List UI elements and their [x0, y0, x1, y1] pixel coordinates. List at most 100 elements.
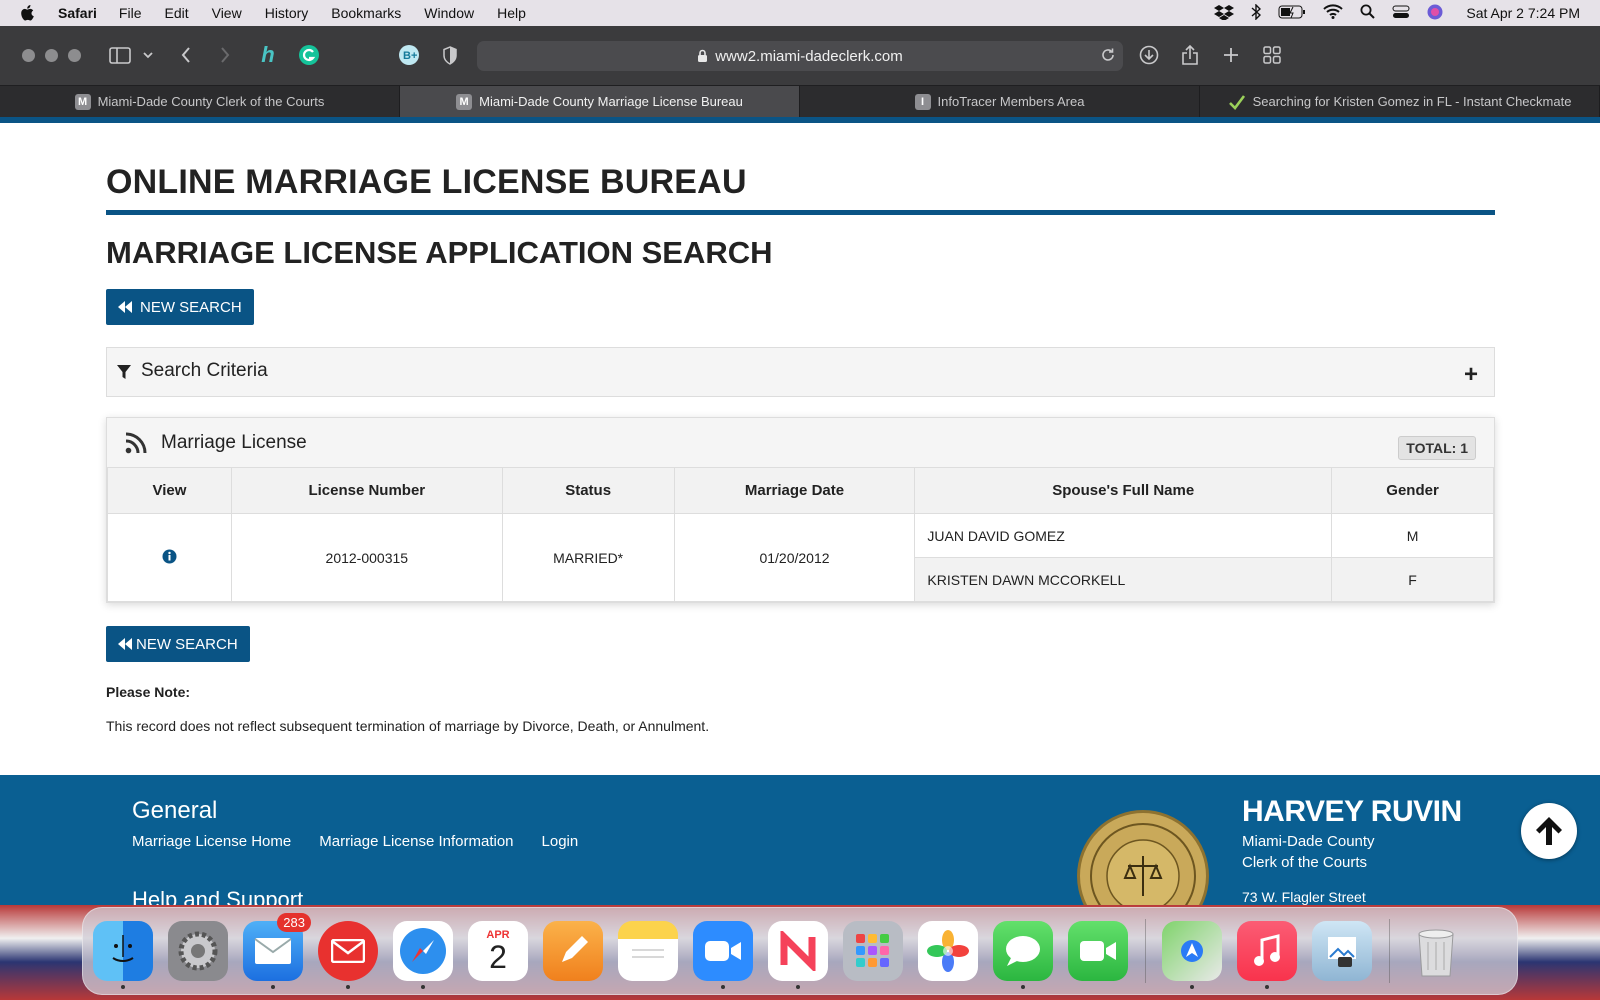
- tab-label: Miami-Dade County Clerk of the Courts: [97, 94, 325, 109]
- bluetooth-icon[interactable]: [1251, 2, 1262, 23]
- dropbox-icon[interactable]: [1214, 4, 1235, 23]
- system-preferences-icon[interactable]: [168, 921, 228, 981]
- col-marriage-date[interactable]: Marriage Date: [673, 467, 916, 514]
- grammarly-extension-icon[interactable]: [297, 43, 321, 67]
- status-cell: MARRIED*: [501, 513, 675, 602]
- search-criteria-panel[interactable]: Search Criteria +: [106, 347, 1495, 397]
- table-row: 2012-000315 MARRIED* 01/20/2012 JUAN DAV…: [107, 513, 1494, 602]
- checkmark-favicon-icon: [1228, 94, 1246, 110]
- tab-overview-icon[interactable]: [1260, 43, 1284, 67]
- forward-icon[interactable]: [217, 43, 233, 67]
- close-window-button[interactable]: [22, 49, 35, 62]
- control-center-icon[interactable]: [1392, 5, 1410, 22]
- clerk-seal-logo: [1077, 810, 1209, 905]
- menu-app-name[interactable]: Safari: [58, 5, 97, 21]
- messages-icon[interactable]: [993, 921, 1053, 989]
- trash-icon[interactable]: [1406, 921, 1466, 981]
- reload-icon[interactable]: [1100, 47, 1116, 67]
- new-search-button[interactable]: NEW SEARCH: [106, 289, 254, 325]
- footer-link-information[interactable]: Marriage License Information: [319, 833, 513, 850]
- sidebar-toggle-icon[interactable]: [108, 43, 132, 67]
- expand-plus-icon[interactable]: +: [1464, 361, 1478, 389]
- preview-icon[interactable]: [1312, 921, 1372, 981]
- finder-icon[interactable]: [93, 921, 153, 989]
- battery-icon[interactable]: [1278, 5, 1306, 22]
- note-label: Please Note:: [106, 684, 191, 700]
- calendar-icon[interactable]: APR 2: [468, 921, 528, 981]
- search-criteria-title: Search Criteria: [141, 360, 268, 381]
- footer-general-heading: General: [132, 797, 218, 824]
- photos-icon[interactable]: [918, 921, 978, 981]
- table-header-row: View License Number Status Marriage Date…: [107, 467, 1494, 514]
- tab-instant-checkmate[interactable]: Searching for Kristen Gomez in FL - Inst…: [1200, 86, 1600, 117]
- footer-help-heading: Help and Support: [132, 887, 304, 905]
- minimize-window-button[interactable]: [45, 49, 58, 62]
- zoom-icon[interactable]: [693, 921, 753, 989]
- new-search-label: NEW SEARCH: [136, 635, 238, 653]
- tab-favicon: M: [74, 93, 91, 110]
- gender-cell: M: [1331, 513, 1494, 558]
- maps-icon[interactable]: [1162, 921, 1222, 989]
- tab-marriage-license-bureau[interactable]: M Miami-Dade County Marriage License Bur…: [400, 86, 800, 117]
- zoom-window-button[interactable]: [68, 49, 81, 62]
- new-tab-icon[interactable]: [1219, 43, 1243, 67]
- back-to-top-button[interactable]: [1521, 803, 1577, 859]
- menu-view[interactable]: View: [212, 5, 242, 21]
- new-search-button-bottom[interactable]: NEW SEARCH: [106, 626, 250, 662]
- spotlight-search-icon[interactable]: [1360, 4, 1376, 22]
- running-indicator: [1190, 985, 1194, 989]
- license-number-cell: 2012-000315: [230, 513, 503, 602]
- marriage-date-cell: 01/20/2012: [673, 513, 916, 602]
- running-indicator: [421, 985, 425, 989]
- running-indicator: [1265, 985, 1269, 989]
- col-status[interactable]: Status: [501, 467, 675, 514]
- col-view[interactable]: View: [107, 467, 232, 514]
- window-controls: [22, 49, 81, 62]
- tab-clerk-of-courts[interactable]: M Miami-Dade County Clerk of the Courts: [0, 86, 400, 117]
- apple-icon[interactable]: [20, 4, 40, 22]
- airmail-icon[interactable]: [318, 921, 378, 989]
- info-icon[interactable]: [162, 549, 177, 564]
- dock-separator: [1145, 919, 1146, 983]
- footer-link-login[interactable]: Login: [542, 833, 579, 850]
- wifi-icon[interactable]: [1323, 4, 1344, 22]
- extension-b-icon[interactable]: B+: [397, 43, 421, 67]
- menu-window[interactable]: Window: [424, 5, 474, 21]
- download-icon[interactable]: [1137, 43, 1161, 67]
- web-page: ONLINE MARRIAGE LICENSE BUREAU MARRIAGE …: [0, 117, 1600, 905]
- address-bar[interactable]: www2.miami-dadeclerk.com: [477, 41, 1123, 71]
- tab-infotracer[interactable]: I InfoTracer Members Area: [800, 86, 1200, 117]
- notes-icon[interactable]: [618, 921, 678, 981]
- music-icon[interactable]: [1237, 921, 1297, 989]
- results-title: Marriage License: [161, 432, 307, 453]
- col-gender[interactable]: Gender: [1331, 467, 1494, 514]
- svg-text:B+: B+: [403, 50, 417, 62]
- running-indicator: [271, 985, 275, 989]
- menu-edit[interactable]: Edit: [164, 5, 188, 21]
- menu-help[interactable]: Help: [497, 5, 526, 21]
- shield-icon[interactable]: [438, 43, 462, 67]
- news-icon[interactable]: [768, 921, 828, 989]
- menu-clock[interactable]: Sat Apr 2 7:24 PM: [1466, 5, 1580, 21]
- safari-icon[interactable]: [393, 921, 453, 989]
- footer-link-home[interactable]: Marriage License Home: [132, 833, 291, 850]
- col-license-number[interactable]: License Number: [230, 467, 503, 514]
- title-divider: [106, 210, 1495, 215]
- chevron-down-icon[interactable]: [141, 43, 155, 67]
- footer-links: Marriage License Home Marriage License I…: [132, 833, 578, 850]
- dock: 283 APR 2: [82, 907, 1518, 995]
- facetime-icon[interactable]: [1068, 921, 1128, 981]
- back-icon[interactable]: [178, 43, 194, 67]
- pages-icon[interactable]: [543, 921, 603, 981]
- honey-extension-icon[interactable]: h: [256, 42, 280, 67]
- col-spouse-name[interactable]: Spouse's Full Name: [914, 467, 1333, 514]
- menu-bookmarks[interactable]: Bookmarks: [331, 5, 401, 21]
- menu-history[interactable]: History: [265, 5, 309, 21]
- menu-file[interactable]: File: [119, 5, 142, 21]
- share-icon[interactable]: [1178, 43, 1202, 67]
- mail-icon[interactable]: 283: [243, 913, 311, 989]
- siri-icon[interactable]: [1427, 4, 1443, 23]
- calendar-day: 2: [489, 939, 507, 975]
- launchpad-icon[interactable]: [843, 921, 903, 981]
- results-panel: Marriage License TOTAL: 1 View License N…: [106, 417, 1495, 603]
